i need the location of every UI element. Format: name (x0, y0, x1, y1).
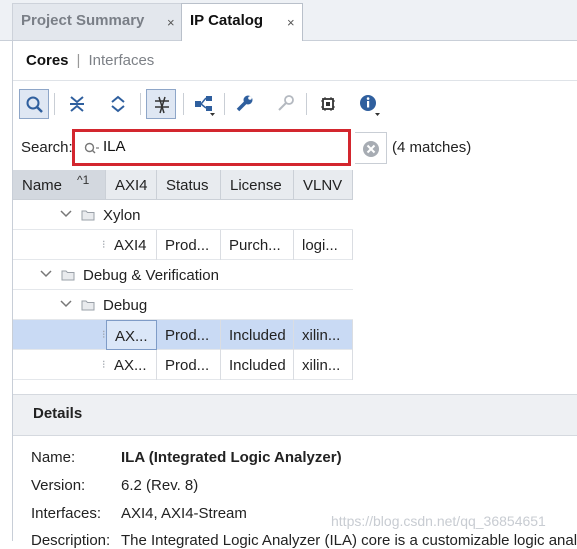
table-row[interactable]: ⁝ AX... Prod... Included xilin... (13, 350, 353, 380)
collapse-all-button[interactable] (62, 89, 92, 119)
detail-label-name: Name: (31, 449, 76, 466)
toolbar-separator (54, 93, 55, 115)
cell-license: Included (221, 320, 294, 350)
toolbar-separator (140, 93, 141, 115)
cell-status: Prod... (157, 230, 221, 260)
chevron-down-icon[interactable] (60, 209, 72, 219)
view-switcher: Cores | Interfaces (26, 52, 154, 69)
collapse-all-icon (70, 96, 84, 112)
info-icon (360, 95, 380, 116)
chip-icon (321, 97, 335, 111)
ip-core-icon: ⁝ (102, 329, 106, 341)
key-icon (278, 95, 294, 111)
folder-label: Debug & Verification (83, 267, 219, 284)
close-icon[interactable]: × (167, 15, 175, 30)
cell-vlnv: xilin... (294, 350, 353, 380)
folder-icon (81, 210, 95, 221)
toolbar-separator (306, 93, 307, 115)
tab-label: Project Summary (21, 12, 145, 29)
filter-icon (155, 96, 169, 114)
detail-value-interfaces: AXI4, AXI4-Stream (121, 505, 247, 522)
detail-value-name: ILA (Integrated Logic Analyzer) (121, 449, 342, 466)
search-input[interactable] (103, 138, 343, 155)
toolbar-separator (183, 93, 184, 115)
column-label: Name (22, 177, 63, 194)
table-row-selected[interactable]: ⁝ AX... Prod... Included xilin... (13, 320, 353, 350)
toolbar-separator (224, 93, 225, 115)
details-header (13, 394, 577, 436)
search-label: Search: (21, 139, 73, 156)
divider (13, 80, 577, 81)
ip-core-icon: ⁝ (102, 239, 106, 251)
customize-button[interactable] (271, 89, 301, 119)
tab-ip-catalog[interactable]: IP Catalog × (181, 3, 303, 41)
expand-all-button[interactable] (103, 89, 133, 119)
tree-row-folder[interactable]: Debug (13, 290, 353, 320)
wrench-icon (236, 95, 253, 112)
hierarchy-button[interactable] (189, 89, 219, 119)
search-icon (26, 96, 43, 113)
settings-button[interactable] (230, 89, 260, 119)
tree-row-folder[interactable]: Debug & Verification (13, 260, 353, 290)
ip-catalog-table: Name ^1 AXI4 Status License VLNV Xylon ⁝… (13, 170, 353, 381)
column-header-name[interactable]: Name ^1 (13, 170, 106, 200)
search-icon (84, 142, 99, 154)
expand-all-icon (111, 95, 125, 113)
cell-status: Prod... (157, 350, 221, 380)
table-row[interactable]: ⁝ AXI4 Prod... Purch... logi... (13, 230, 353, 260)
tab-project-summary[interactable]: Project Summary × (12, 3, 182, 40)
folder-label: Debug (103, 297, 148, 314)
separator: | (76, 52, 81, 69)
column-header-axi4[interactable]: AXI4 (106, 170, 157, 200)
filter-button[interactable] (146, 89, 176, 119)
folder-label: Xylon (103, 207, 141, 224)
detail-label-version: Version: (31, 477, 86, 494)
watermark: https://blog.csdn.net/qq_36854651 (331, 513, 546, 529)
ip-core-icon: ⁝ (102, 359, 106, 371)
cell-status: Prod... (157, 320, 221, 350)
chevron-down-icon[interactable] (40, 269, 52, 279)
cell-license: Included (221, 350, 294, 380)
tree-row-folder[interactable]: Xylon (13, 200, 353, 230)
column-header-vlnv[interactable]: VLNV (294, 170, 353, 200)
detail-label-interfaces: Interfaces: (31, 505, 102, 522)
tab-interfaces[interactable]: Interfaces (88, 52, 154, 69)
cell-axi4: AX... (106, 320, 157, 350)
folder-icon (61, 270, 75, 281)
match-count: (4 matches) (392, 139, 472, 156)
cell-vlnv: logi... (294, 230, 353, 260)
hierarchy-icon (195, 96, 215, 116)
cell-license: Purch... (221, 230, 294, 260)
tab-label: IP Catalog (190, 12, 264, 29)
search-toggle-button[interactable] (19, 89, 49, 119)
cell-axi4: AX... (106, 350, 157, 380)
column-header-status[interactable]: Status (157, 170, 221, 200)
folder-icon (81, 300, 95, 311)
details-title: Details (33, 405, 83, 422)
chevron-down-icon[interactable] (60, 299, 72, 309)
close-icon[interactable]: × (287, 15, 295, 30)
column-header-license[interactable]: License (221, 170, 294, 200)
sort-indicator: ^1 (77, 173, 90, 187)
cell-vlnv: xilin... (294, 320, 353, 350)
detail-value-version: 6.2 (Rev. 8) (121, 477, 199, 494)
search-field[interactable] (72, 129, 351, 166)
chip-button[interactable] (313, 89, 343, 119)
info-button[interactable] (354, 89, 384, 119)
cell-axi4: AXI4 (106, 230, 157, 260)
clear-search-button[interactable] (355, 132, 387, 164)
tab-cores[interactable]: Cores (26, 52, 69, 69)
clear-icon (363, 141, 379, 157)
